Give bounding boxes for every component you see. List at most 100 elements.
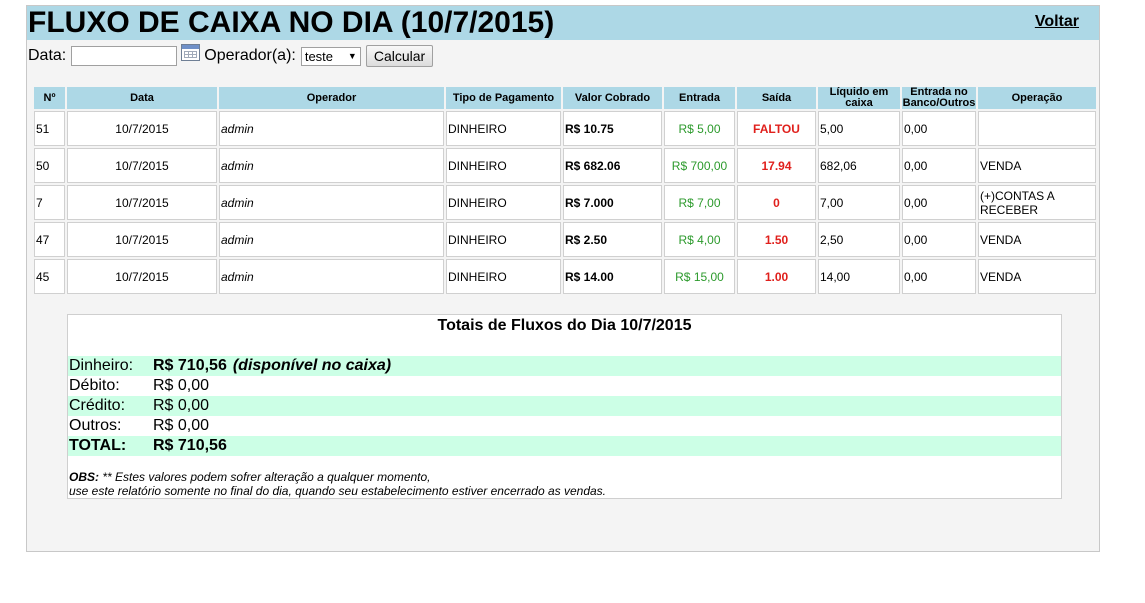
cell-tipo: DINHEIRO [446, 259, 561, 294]
cell-banco: 0,00 [902, 259, 976, 294]
col-header-data: Data [67, 87, 217, 109]
cell-operacao [978, 111, 1096, 146]
cell-valor: R$ 7.000 [563, 185, 662, 220]
back-link[interactable]: Voltar [1035, 13, 1079, 31]
total-row-debito: Débito: R$ 0,00 [68, 376, 1061, 396]
totals-box: Totais de Fluxos do Dia 10/7/2015 Dinhei… [67, 314, 1062, 499]
cell-operacao: VENDA [978, 222, 1096, 257]
cell-data: 10/7/2015 [67, 148, 217, 183]
obs-label: OBS: [69, 470, 99, 484]
total-row-total: TOTAL: R$ 710,56 [68, 436, 1061, 456]
cell-operacao: VENDA [978, 259, 1096, 294]
table-header-row: Nº Data Operador Tipo de Pagamento Valor… [34, 87, 1096, 109]
cell-tipo: DINHEIRO [446, 148, 561, 183]
col-header-valor: Valor Cobrado [563, 87, 662, 109]
table-row: 45 10/7/2015 admin DINHEIRO R$ 14.00 R$ … [34, 259, 1096, 294]
total-label: TOTAL: [69, 437, 127, 454]
total-label: Dinheiro: [69, 357, 134, 374]
cell-banco: 0,00 [902, 111, 976, 146]
cell-saida: 1.50 [737, 222, 816, 257]
operator-label: Operador(a): [204, 47, 296, 64]
total-label: Débito: [69, 377, 120, 394]
cell-tipo: DINHEIRO [446, 111, 561, 146]
cell-operador: admin [219, 111, 444, 146]
obs-line-1: ** Estes valores podem sofrer alteração … [102, 470, 431, 484]
report-panel: FLUXO DE CAIXA NO DIA (10/7/2015) Voltar… [26, 5, 1100, 552]
total-row-outros: Outros: R$ 0,00 [68, 416, 1061, 436]
cell-entrada: R$ 7,00 [664, 185, 735, 220]
chevron-down-icon: ▼ [347, 51, 357, 61]
cell-n: 7 [34, 185, 65, 220]
operator-selected-value: teste [304, 48, 334, 64]
cell-banco: 0,00 [902, 185, 976, 220]
col-header-operador: Operador [219, 87, 444, 109]
cell-entrada: R$ 4,00 [664, 222, 735, 257]
total-row-credito: Crédito: R$ 0,00 [68, 396, 1061, 416]
totals-title: Totais de Fluxos do Dia 10/7/2015 [437, 317, 692, 334]
cell-entrada: R$ 15,00 [664, 259, 735, 294]
cell-banco: 0,00 [902, 222, 976, 257]
col-header-liquido: Líquido em caixa [818, 87, 900, 109]
table-row: 51 10/7/2015 admin DINHEIRO R$ 10.75 R$ … [34, 111, 1096, 146]
cell-operador: admin [219, 185, 444, 220]
page-title: FLUXO DE CAIXA NO DIA (10/7/2015) [28, 6, 555, 39]
obs-line-2: use este relatório somente no final do d… [69, 484, 606, 498]
filter-bar: Data: Operador(a): teste ▼ Calcular [28, 43, 434, 69]
cell-data: 10/7/2015 [67, 222, 217, 257]
table-row: 7 10/7/2015 admin DINHEIRO R$ 7.000 R$ 7… [34, 185, 1096, 220]
calculate-button[interactable]: Calcular [365, 45, 434, 67]
cell-n: 45 [34, 259, 65, 294]
col-header-banco: Entrada no Banco/Outros [902, 86, 976, 109]
cell-valor: R$ 10.75 [563, 111, 662, 146]
title-bar: FLUXO DE CAIXA NO DIA (10/7/2015) Voltar [27, 6, 1099, 40]
total-value: R$ 710,56 [153, 357, 227, 374]
cell-saida: 17.94 [737, 148, 816, 183]
cell-n: 50 [34, 148, 65, 183]
cell-operador: admin [219, 148, 444, 183]
col-header-operacao: Operação [978, 87, 1096, 109]
cell-data: 10/7/2015 [67, 185, 217, 220]
cell-saida: 1.00 [737, 259, 816, 294]
col-header-tipo: Tipo de Pagamento [446, 87, 561, 109]
cell-liquido: 2,50 [818, 222, 900, 257]
total-label: Crédito: [69, 397, 126, 414]
operator-select[interactable]: teste ▼ [300, 46, 361, 66]
calendar-icon[interactable] [181, 43, 201, 61]
total-value: R$ 0,00 [153, 417, 210, 434]
cell-operador: admin [219, 222, 444, 257]
cell-valor: R$ 14.00 [563, 259, 662, 294]
cell-operacao: VENDA [978, 148, 1096, 183]
col-header-entrada: Entrada [664, 87, 735, 109]
col-header-n: Nº [34, 87, 65, 109]
obs-note: OBS: ** Estes valores podem sofrer alter… [69, 470, 606, 498]
col-header-saida: Saída [737, 87, 816, 109]
cell-tipo: DINHEIRO [446, 185, 561, 220]
date-label: Data: [28, 47, 67, 64]
table-row: 47 10/7/2015 admin DINHEIRO R$ 2.50 R$ 4… [34, 222, 1096, 257]
cell-saida: 0 [737, 185, 816, 220]
cell-data: 10/7/2015 [67, 111, 217, 146]
table-row: 50 10/7/2015 admin DINHEIRO R$ 682.06 R$… [34, 148, 1096, 183]
cell-saida: FALTOU [737, 111, 816, 146]
total-row-dinheiro: Dinheiro: R$ 710,56 (disponível no caixa) [68, 356, 1061, 376]
cell-tipo: DINHEIRO [446, 222, 561, 257]
cell-entrada: R$ 5,00 [664, 111, 735, 146]
cell-operador: admin [219, 259, 444, 294]
cell-valor: R$ 2.50 [563, 222, 662, 257]
total-value: R$ 0,00 [153, 377, 210, 394]
cell-banco: 0,00 [902, 148, 976, 183]
total-note: (disponível no caixa) [232, 357, 392, 374]
cell-liquido: 7,00 [818, 185, 900, 220]
date-input[interactable] [71, 46, 178, 66]
total-label: Outros: [69, 417, 122, 434]
cell-n: 51 [34, 111, 65, 146]
cash-flow-table: Nº Data Operador Tipo de Pagamento Valor… [32, 85, 1098, 296]
cell-operacao: (+)CONTAS A RECEBER [978, 185, 1096, 220]
cell-valor: R$ 682.06 [563, 148, 662, 183]
total-value: R$ 710,56 [153, 437, 227, 454]
cell-data: 10/7/2015 [67, 259, 217, 294]
cell-n: 47 [34, 222, 65, 257]
total-value: R$ 0,00 [153, 397, 210, 414]
cell-entrada: R$ 700,00 [664, 148, 735, 183]
cell-liquido: 14,00 [818, 259, 900, 294]
